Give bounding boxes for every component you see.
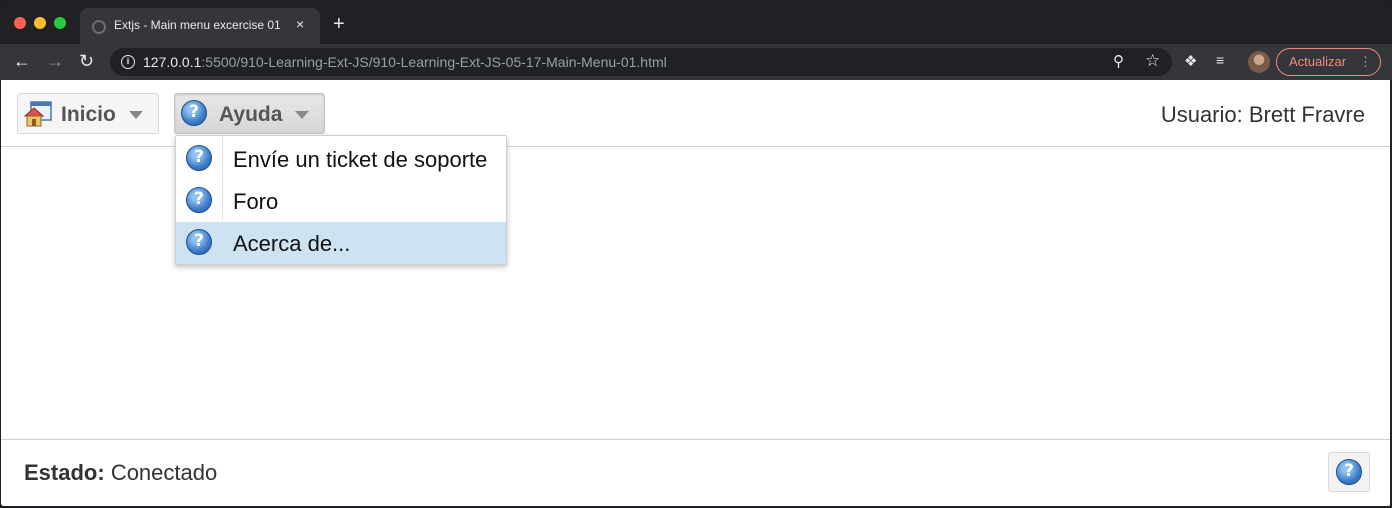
inicio-label: Inicio <box>61 103 116 126</box>
tab-close-icon[interactable]: × <box>296 16 304 32</box>
zoom-icon[interactable]: ⚲ <box>1113 52 1124 70</box>
page-content: Inicio ? Ayuda Usuario: Brett Fravre ? E… <box>1 80 1390 506</box>
back-arrow-icon[interactable]: ← <box>13 51 31 71</box>
star-icon[interactable]: ☆ <box>1145 51 1160 71</box>
new-tab-button[interactable]: + <box>333 14 345 34</box>
url-path: :5500/910-Learning-Ext-JS/910-Learning-E… <box>201 54 667 70</box>
help-question-icon: ? <box>186 229 212 255</box>
ayuda-menu-button[interactable]: ? Ayuda <box>174 93 325 134</box>
reload-icon[interactable]: ↻ <box>79 51 94 71</box>
update-label: Actualizar <box>1289 54 1347 69</box>
tab-strip: Extjs - Main menu excercise 01 × + <box>0 0 1392 44</box>
help-question-icon: ? <box>186 145 212 171</box>
help-question-icon: ? <box>181 100 207 126</box>
more-vertical-icon[interactable]: ⋮ <box>1359 49 1372 75</box>
globe-icon <box>92 20 106 34</box>
home-icon <box>24 101 52 127</box>
menu-item-about[interactable]: ? Acerca de... <box>176 222 506 264</box>
address-bar[interactable]: i 127.0.0.1:5500/910-Learning-Ext-JS/910… <box>110 48 1172 76</box>
menu-item-label: Envíe un ticket de soporte <box>233 147 488 172</box>
help-question-icon: ? <box>1336 459 1362 485</box>
status-text: Estado: Conectado <box>24 460 217 486</box>
help-question-icon: ? <box>186 187 212 213</box>
menu-item-support-ticket[interactable]: ? Envíe un ticket de soporte <box>176 138 506 180</box>
tab-active[interactable]: Extjs - Main menu excercise 01 × <box>80 8 320 44</box>
maximize-window-button[interactable] <box>54 17 66 29</box>
media-control-icon[interactable]: ≡ <box>1216 52 1224 68</box>
browser-window: Extjs - Main menu excercise 01 × + ← → ↻… <box>0 0 1392 508</box>
ayuda-dropdown-menu: ? Envíe un ticket de soporte ? Foro ? Ac… <box>175 135 507 265</box>
browser-toolbar: ← → ↻ i 127.0.0.1:5500/910-Learning-Ext-… <box>0 44 1392 80</box>
status-bar: Estado: Conectado ? <box>1 439 1390 506</box>
info-icon[interactable]: i <box>121 55 135 69</box>
chevron-down-icon <box>129 111 143 119</box>
url-host: 127.0.0.1 <box>143 54 202 70</box>
ayuda-label: Ayuda <box>219 103 283 126</box>
profile-avatar[interactable] <box>1248 51 1270 73</box>
puzzle-icon[interactable]: ❖ <box>1184 52 1197 70</box>
status-value: Conectado <box>110 460 218 485</box>
user-label: Usuario: Brett Fravre <box>1160 102 1365 127</box>
menu-item-label: Acerca de... <box>233 231 351 256</box>
help-button[interactable]: ? <box>1328 452 1370 492</box>
menu-item-label: Foro <box>233 189 279 214</box>
tab-title: Extjs - Main menu excercise 01 <box>114 18 281 32</box>
forward-arrow-icon[interactable]: → <box>46 51 64 71</box>
update-button[interactable]: Actualizar ⋮ <box>1276 48 1381 76</box>
url-text[interactable]: 127.0.0.1:5500/910-Learning-Ext-JS/910-L… <box>143 54 667 70</box>
minimize-window-button[interactable] <box>34 17 46 29</box>
close-window-button[interactable] <box>14 17 26 29</box>
chevron-down-icon <box>295 111 309 119</box>
inicio-menu-button[interactable]: Inicio <box>17 93 159 134</box>
menu-item-forum[interactable]: ? Foro <box>176 180 506 222</box>
status-key: Estado: <box>24 460 105 485</box>
